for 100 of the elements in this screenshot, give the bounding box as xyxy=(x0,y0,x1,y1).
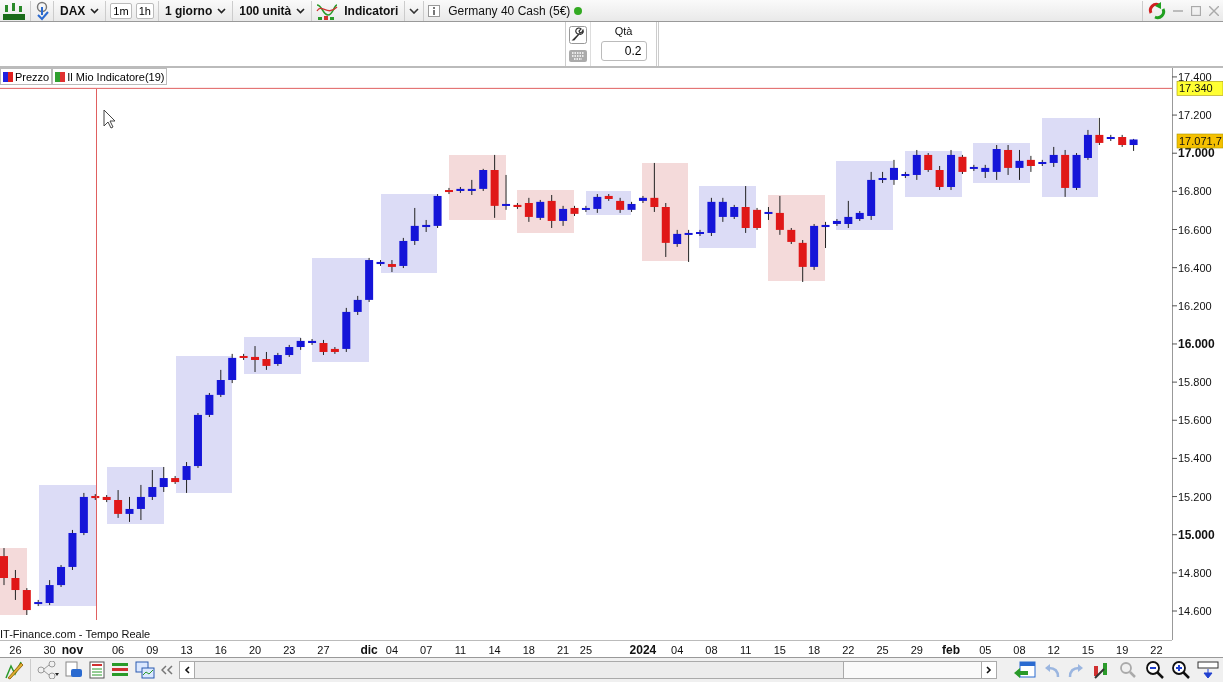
price-tick-label: 17.200 xyxy=(1178,109,1212,122)
double-chevron-left-icon[interactable] xyxy=(161,665,173,675)
date-tick-label: 26 xyxy=(9,644,22,656)
caret-icon xyxy=(217,7,227,14)
date-tick-label: 06 xyxy=(111,644,125,656)
candlestick xyxy=(444,187,453,195)
windows-chart-icon[interactable] xyxy=(135,661,155,679)
legend-item[interactable]: Prezzo xyxy=(0,68,53,85)
date-tick-label: dic xyxy=(360,643,378,657)
price-tick-label: 15.800 xyxy=(1178,376,1212,389)
price-tick-label: 14.800 xyxy=(1178,566,1212,579)
wrench-icon[interactable] xyxy=(569,26,587,44)
candlestick xyxy=(638,195,647,204)
date-tick-label: 21 xyxy=(556,644,570,656)
calendar-arrow-icon[interactable] xyxy=(1013,660,1037,680)
period-dropdown[interactable]: 1 giorno xyxy=(162,3,229,18)
candlestick xyxy=(581,205,590,213)
touch-icon[interactable] xyxy=(35,0,49,21)
candlestick xyxy=(775,195,784,236)
date-tick-label: 13 xyxy=(180,644,193,656)
candlestick xyxy=(547,194,556,229)
price-tick-label: 16.200 xyxy=(1178,299,1212,312)
document-chat-icon[interactable] xyxy=(65,661,83,679)
price-tick-label: 15.000 xyxy=(1178,527,1215,542)
scroll-left-button[interactable] xyxy=(180,662,195,678)
candlestick xyxy=(45,579,54,606)
scroll-end-icon[interactable] xyxy=(1197,660,1219,680)
candlestick xyxy=(136,484,145,521)
zoom-in-icon[interactable] xyxy=(1171,660,1191,680)
date-tick-label: 11 xyxy=(739,644,752,656)
date-tick-label: 12 xyxy=(1047,644,1060,656)
date-tick-label: 11 xyxy=(454,644,467,656)
candlestick xyxy=(650,162,659,213)
date-tick-label: 09 xyxy=(146,644,159,656)
indicators-button[interactable]: Indicatori xyxy=(342,3,401,18)
candlestick xyxy=(22,587,31,616)
candlestick xyxy=(114,489,123,519)
candlestick xyxy=(1083,129,1092,161)
candlestick xyxy=(57,564,66,588)
candlestick xyxy=(924,152,933,173)
candlestick xyxy=(1015,149,1024,181)
legend-item[interactable]: Il Mio Indicatore(19) xyxy=(52,68,168,85)
candlestick xyxy=(969,164,978,172)
share-icon[interactable] xyxy=(37,661,59,679)
price-tick-label: 17.400 xyxy=(1178,70,1212,83)
date-tick-label: 20 xyxy=(248,644,262,656)
price-tick-label: 16.600 xyxy=(1178,223,1212,236)
quantity-label: Qtà xyxy=(614,25,633,37)
candlestick xyxy=(844,200,853,229)
interval-button[interactable]: 1m xyxy=(110,2,132,19)
price-tick-label: 17.000 xyxy=(1178,146,1215,161)
candlestick xyxy=(1004,144,1013,176)
date-tick-label: 04 xyxy=(385,644,399,656)
scrollbar-thumb[interactable] xyxy=(843,662,981,678)
bars-list-icon[interactable] xyxy=(111,661,129,679)
interval-button[interactable]: 1h xyxy=(135,2,154,19)
quantity-field[interactable]: 0.2 xyxy=(600,41,647,61)
caret-icon[interactable] xyxy=(409,7,420,14)
date-tick-label: 14 xyxy=(488,644,501,656)
candlestick xyxy=(308,338,317,346)
zoom-out-icon[interactable] xyxy=(1145,660,1165,680)
demo-candles-icon[interactable] xyxy=(2,0,26,21)
units-dropdown[interactable]: 100 unità xyxy=(237,3,308,18)
info-icon[interactable] xyxy=(428,4,441,17)
symbol-dropdown[interactable]: DAX xyxy=(58,3,102,18)
pencil-drawing-icon[interactable] xyxy=(4,660,24,680)
date-tick-label: 25 xyxy=(876,644,889,656)
candlestick xyxy=(148,469,157,501)
price-tick-label: 16.000 xyxy=(1178,336,1215,351)
date-tick-label: 27 xyxy=(317,644,330,656)
date-tick-label: 04 xyxy=(671,644,684,656)
candlestick xyxy=(696,229,705,237)
horizontal-scrollbar[interactable] xyxy=(179,661,997,679)
date-tick-label: 15 xyxy=(1081,644,1095,656)
instrument-name: Germany 40 Cash (5€) xyxy=(447,3,571,18)
candlestick xyxy=(935,165,944,191)
candlestick xyxy=(410,207,419,246)
report-icon[interactable] xyxy=(89,661,105,679)
scroll-right-button[interactable] xyxy=(981,662,996,678)
refresh-icon[interactable] xyxy=(1147,0,1167,21)
candlestick xyxy=(593,193,602,214)
caret-icon xyxy=(296,7,306,14)
candlestick xyxy=(228,353,237,384)
candlestick xyxy=(1026,155,1035,173)
candlestick xyxy=(718,197,727,223)
chevron-left-icon xyxy=(184,666,190,674)
candlestick xyxy=(159,466,168,493)
price-marker: 17.071,7 xyxy=(1176,133,1223,149)
candlestick xyxy=(1049,146,1058,168)
candlestick xyxy=(387,259,396,273)
candlestick xyxy=(125,496,134,523)
ref-line-label: 17.340 xyxy=(1179,82,1213,95)
date-tick-label: 18 xyxy=(808,644,821,656)
date-tick-label: feb xyxy=(942,643,961,657)
candlestick xyxy=(524,197,533,223)
data-source-text: IT-Finance.com - Tempo Reale xyxy=(0,628,151,640)
date-tick-label: 15 xyxy=(773,644,786,656)
date-tick-label: 25 xyxy=(579,644,593,656)
candlestick xyxy=(0,547,8,586)
price-tick-label: 14.600 xyxy=(1178,605,1212,617)
